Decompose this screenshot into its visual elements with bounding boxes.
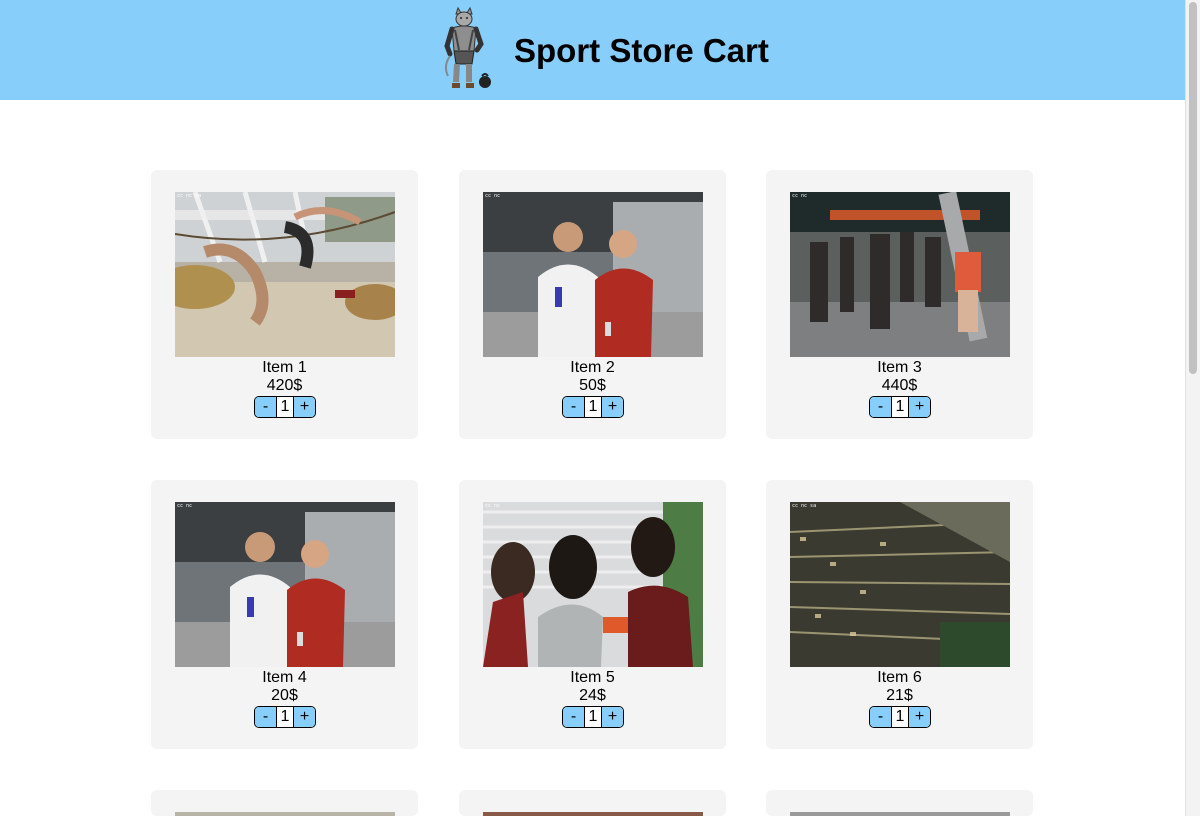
product-price: 440$: [881, 377, 918, 394]
image-license-badge: cc nc: [792, 193, 808, 199]
image-license-badge: cc nc sa: [177, 193, 202, 199]
product-image-atrium-building: cc nc sa: [790, 502, 1010, 667]
decrease-quantity-button[interactable]: -: [255, 397, 276, 417]
quantity-value[interactable]: 1: [891, 707, 909, 727]
product-card: cc nc Item 3 440$ - 1 +: [766, 170, 1033, 439]
product-price: 20$: [271, 687, 298, 704]
quantity-value[interactable]: 1: [891, 397, 909, 417]
image-license-badge: cc nc: [485, 193, 501, 199]
decrease-quantity-button[interactable]: -: [563, 397, 584, 417]
quantity-stepper: - 1 +: [869, 396, 931, 418]
product-name: Item 4: [262, 669, 307, 686]
product-price: 21$: [886, 687, 913, 704]
product-name: Item 3: [877, 359, 922, 376]
increase-quantity-button[interactable]: +: [909, 397, 930, 417]
product-image: [790, 812, 1010, 816]
increase-quantity-button[interactable]: +: [294, 397, 315, 417]
product-price: 50$: [579, 377, 606, 394]
product-card: cc nc Item 2 50$ - 1 +: [459, 170, 726, 439]
product-name: Item 1: [262, 359, 307, 376]
quantity-value[interactable]: 1: [584, 397, 602, 417]
quantity-stepper: - 1 +: [254, 706, 316, 728]
quantity-stepper: - 1 +: [562, 706, 624, 728]
header-bar: Sport Store Cart: [0, 0, 1185, 100]
product-image-two-men-gym: cc nc: [483, 192, 703, 357]
product-name: Item 5: [570, 669, 615, 686]
product-price: 420$: [266, 377, 303, 394]
product-image: [175, 812, 395, 816]
cat-athlete-logo-icon: [444, 6, 491, 88]
product-card: [766, 790, 1033, 816]
increase-quantity-button[interactable]: +: [602, 397, 623, 417]
quantity-value[interactable]: 1: [276, 397, 294, 417]
decrease-quantity-button[interactable]: -: [870, 707, 891, 727]
product-card: cc nc sa Item 6 21$ - 1 +: [766, 480, 1033, 749]
image-license-badge: cc nc: [177, 503, 193, 509]
decrease-quantity-button[interactable]: -: [563, 707, 584, 727]
product-image-crowd-terrace: cc nc: [790, 192, 1010, 357]
product-image-obstacle-climber: cc nc sa: [175, 192, 395, 357]
quantity-value[interactable]: 1: [584, 707, 602, 727]
decrease-quantity-button[interactable]: -: [255, 707, 276, 727]
quantity-value[interactable]: 1: [276, 707, 294, 727]
quantity-stepper: - 1 +: [869, 706, 931, 728]
page-title: Sport Store Cart: [514, 32, 769, 69]
product-card: cc nc Item 4 20$ - 1 +: [151, 480, 418, 749]
image-license-badge: cc nc: [485, 503, 501, 509]
product-card: [151, 790, 418, 816]
product-name: Item 6: [877, 669, 922, 686]
product-card: [459, 790, 726, 816]
image-license-badge: cc nc sa: [792, 503, 817, 509]
product-card: cc nc sa Item 1 420$ - 1 +: [151, 170, 418, 439]
quantity-stepper: - 1 +: [562, 396, 624, 418]
product-image-two-men-gym: cc nc: [175, 502, 395, 667]
quantity-stepper: - 1 +: [254, 396, 316, 418]
increase-quantity-button[interactable]: +: [294, 707, 315, 727]
product-card: cc nc Item 5 24$ - 1 +: [459, 480, 726, 749]
product-name: Item 2: [570, 359, 615, 376]
increase-quantity-button[interactable]: +: [602, 707, 623, 727]
decrease-quantity-button[interactable]: -: [870, 397, 891, 417]
product-image-women-talking: cc nc: [483, 502, 703, 667]
product-image: [483, 812, 703, 816]
vertical-scrollbar[interactable]: [1185, 0, 1200, 816]
product-price: 24$: [579, 687, 606, 704]
increase-quantity-button[interactable]: +: [909, 707, 930, 727]
scrollbar-thumb[interactable]: [1189, 2, 1197, 374]
